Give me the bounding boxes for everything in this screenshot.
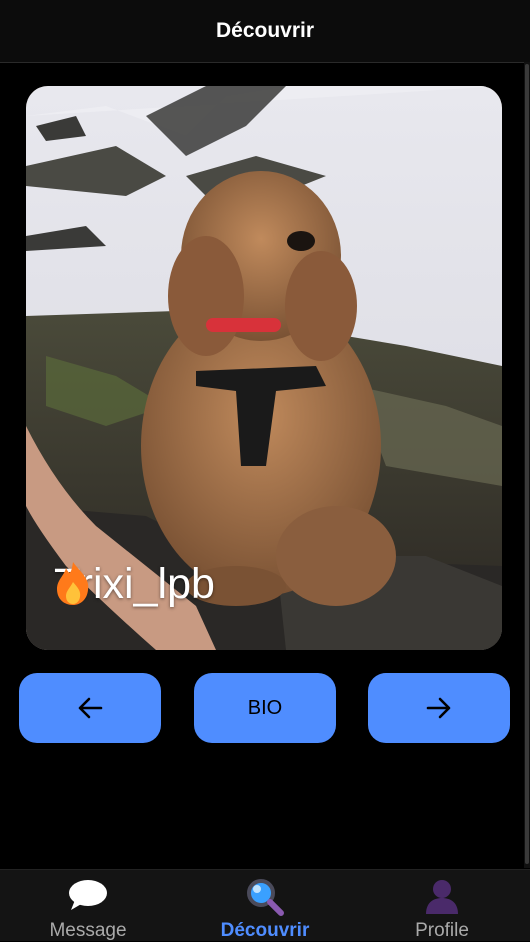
scrollbar-thumb[interactable] (525, 64, 529, 864)
magnifier-icon (247, 879, 284, 916)
next-button[interactable] (368, 673, 510, 743)
profile-name-row: Trixi_lpb (54, 560, 263, 609)
arrow-left-icon (78, 697, 103, 719)
previous-button[interactable] (19, 673, 161, 743)
top-header: Découvrir (0, 0, 530, 63)
tab-message[interactable]: Message (0, 870, 176, 941)
arrow-right-icon (426, 697, 451, 719)
bottom-tab-bar: Message Découvrir Profile (0, 869, 530, 941)
page-title: Découvrir (215, 19, 315, 42)
tab-profile[interactable]: Profile (354, 870, 530, 941)
tab-discover-label: Découvrir (220, 920, 310, 941)
fire-icon (57, 562, 263, 608)
profile-card[interactable]: Trixi_lpb (26, 86, 502, 650)
tab-message-label: Message (49, 920, 127, 941)
tab-discover[interactable]: Découvrir (177, 870, 353, 941)
person-icon (426, 880, 458, 914)
speech-bubble-icon (69, 880, 107, 910)
bio-button[interactable]: BIO (194, 673, 336, 743)
tab-profile-label: Profile (415, 920, 469, 941)
